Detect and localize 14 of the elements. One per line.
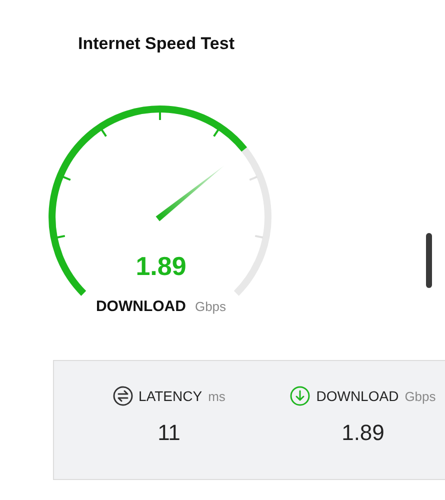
metric-value: 11 xyxy=(158,420,180,446)
unit-label: Gbps xyxy=(194,299,226,314)
scrollbar xyxy=(426,233,432,288)
metric-label: LATENCY xyxy=(138,388,202,404)
unit-label: ms xyxy=(208,388,226,404)
page-title: Internet Speed Test xyxy=(78,34,234,54)
metric-label: DOWNLOAD xyxy=(316,388,399,404)
unit-label: Gbps xyxy=(404,388,436,404)
download-icon xyxy=(290,386,310,406)
speed-value: 1.89 xyxy=(136,251,186,282)
metric-label: DOWNLOAD xyxy=(96,298,186,315)
metric-value: 1.89 xyxy=(342,420,384,446)
swap-icon xyxy=(112,386,133,406)
gauge-needle xyxy=(156,166,224,222)
